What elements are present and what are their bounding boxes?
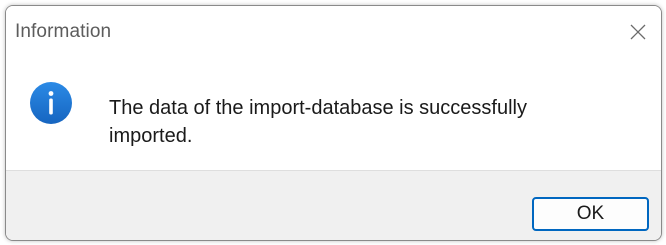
dialog-footer: OK: [6, 170, 661, 240]
dialog-message: The data of the import-database is succe…: [109, 94, 629, 150]
dialog-content: The data of the import-database is succe…: [6, 58, 661, 170]
dialog-titlebar[interactable]: Information: [6, 6, 661, 58]
ok-button[interactable]: OK: [532, 197, 649, 231]
close-button[interactable]: [615, 6, 661, 58]
close-icon: [630, 24, 646, 40]
information-dialog: Information The data of the import-datab…: [5, 5, 662, 241]
dialog-title: Information: [15, 21, 112, 42]
info-icon: [30, 82, 72, 124]
message-line: The data of the import-database is succe…: [109, 97, 527, 119]
message-line: imported.: [109, 125, 193, 147]
